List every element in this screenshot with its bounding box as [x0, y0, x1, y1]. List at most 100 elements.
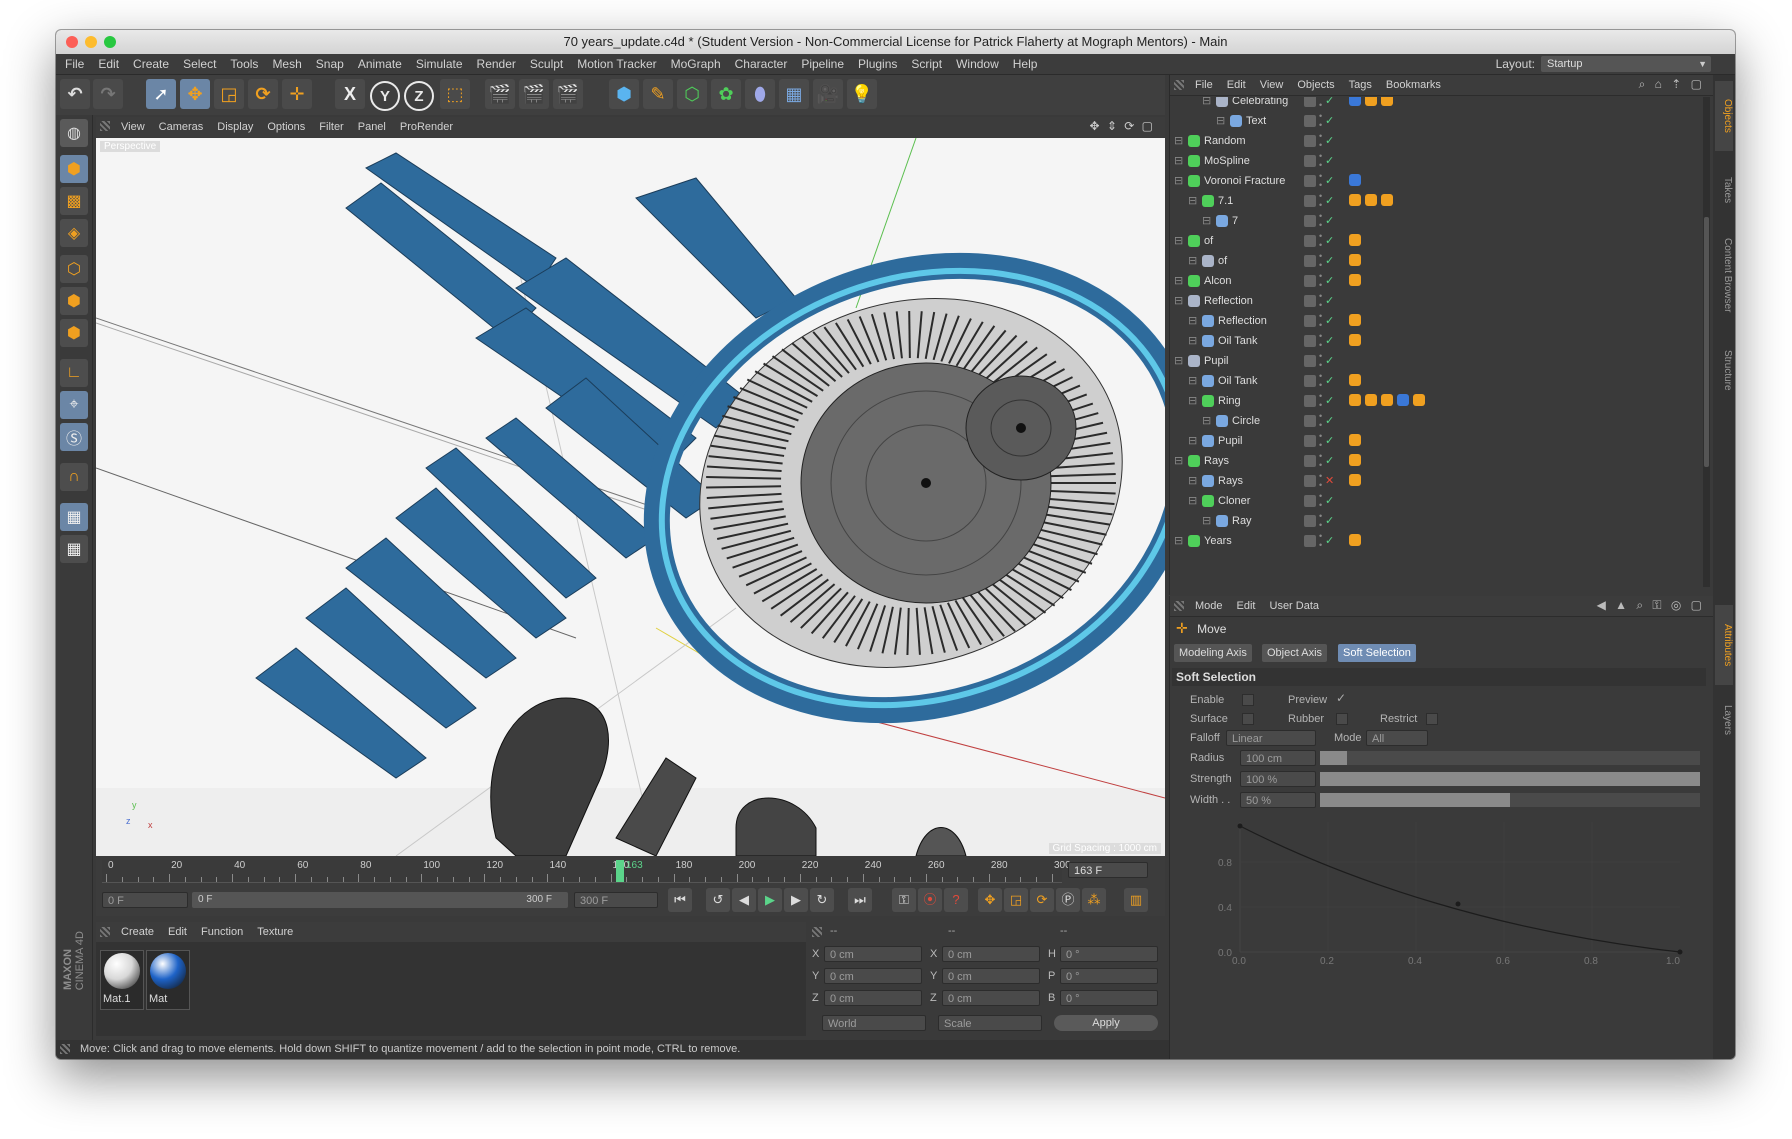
- minimize-window-button[interactable]: [85, 36, 97, 48]
- edit-visibility-icon[interactable]: [1304, 255, 1316, 267]
- object-row[interactable]: ⊟ 7.1 • • ✓: [1174, 191, 1700, 211]
- menu-character[interactable]: Character: [728, 54, 795, 74]
- tag-icon[interactable]: [1397, 394, 1409, 406]
- enabled-check-icon[interactable]: ✓: [1325, 531, 1334, 551]
- tag-icon[interactable]: [1349, 534, 1361, 546]
- object-row[interactable]: ⊟ Circle • • ✓: [1174, 411, 1700, 431]
- visibility-dots-icon[interactable]: ••: [1319, 372, 1322, 390]
- attribute-menu-edit[interactable]: Edit: [1230, 596, 1263, 616]
- edit-visibility-icon[interactable]: [1304, 195, 1316, 207]
- object-scrollbar-thumb[interactable]: [1704, 217, 1709, 467]
- tree-expander-icon[interactable]: ⊟: [1202, 411, 1211, 431]
- strength-slider[interactable]: [1320, 772, 1700, 786]
- render-picture-viewer-button[interactable]: 🎬: [519, 79, 549, 109]
- tree-expander-icon[interactable]: ⊟: [1202, 97, 1211, 111]
- edit-visibility-icon[interactable]: [1304, 455, 1316, 467]
- object-row[interactable]: ⊟ Cloner • • ✓: [1174, 491, 1700, 511]
- object-menu-objects[interactable]: Objects: [1290, 75, 1341, 95]
- tree-expander-icon[interactable]: ⊟: [1174, 351, 1183, 371]
- coord-field[interactable]: 0 cm: [942, 990, 1040, 1006]
- tree-expander-icon[interactable]: ⊟: [1188, 191, 1197, 211]
- enabled-check-icon[interactable]: ✓: [1325, 511, 1334, 531]
- tree-expander-icon[interactable]: ⊟: [1174, 231, 1183, 251]
- move-tool-button[interactable]: ✥: [180, 79, 210, 109]
- coordinate-scale-dropdown[interactable]: Scale: [938, 1015, 1042, 1031]
- add-deformer-button[interactable]: ⬮: [745, 79, 775, 109]
- tag-icon[interactable]: [1349, 254, 1361, 266]
- polygons-mode-button[interactable]: ⬢: [60, 319, 88, 347]
- side-tab-attributes[interactable]: Attributes: [1715, 605, 1733, 685]
- side-tab-objects[interactable]: Objects: [1715, 81, 1733, 151]
- enabled-check-icon[interactable]: ✓: [1325, 191, 1334, 211]
- previous-frame-button[interactable]: ◀: [732, 888, 756, 912]
- add-pen-spline-button[interactable]: ✎: [643, 79, 673, 109]
- object-row[interactable]: ⊟ Random • • ✓: [1174, 131, 1700, 151]
- tag-icon[interactable]: [1349, 394, 1361, 406]
- tree-expander-icon[interactable]: ⊟: [1188, 331, 1197, 351]
- object-row[interactable]: ⊟ Rays • • ✕: [1174, 471, 1700, 491]
- enabled-check-icon[interactable]: ✓: [1325, 251, 1334, 271]
- edges-mode-button[interactable]: ⬢: [60, 287, 88, 315]
- visibility-dots-icon[interactable]: ••: [1319, 352, 1322, 370]
- x-axis-lock-button[interactable]: X: [335, 79, 365, 109]
- add-cube-button[interactable]: ⬢: [609, 79, 639, 109]
- tree-expander-icon[interactable]: ⊟: [1202, 511, 1211, 531]
- visibility-dots-icon[interactable]: ••: [1319, 312, 1322, 330]
- menu-window[interactable]: Window: [949, 54, 1006, 74]
- rotate-tool-button[interactable]: ⟳: [248, 79, 278, 109]
- next-key-button[interactable]: ↻: [810, 888, 834, 912]
- next-frame-button[interactable]: ▶: [784, 888, 808, 912]
- tag-icon[interactable]: [1349, 194, 1361, 206]
- edit-visibility-icon[interactable]: [1304, 415, 1316, 427]
- edit-visibility-icon[interactable]: [1304, 215, 1316, 227]
- edit-visibility-icon[interactable]: [1304, 475, 1316, 487]
- viewport-menu-prorender[interactable]: ProRender: [393, 117, 460, 137]
- tree-expander-icon[interactable]: ⊟: [1174, 531, 1183, 551]
- workplane-lock-button[interactable]: ▦: [60, 503, 88, 531]
- preview-checkbox[interactable]: ✓: [1336, 691, 1346, 705]
- visibility-dots-icon[interactable]: ••: [1319, 472, 1322, 490]
- viewport-menu-filter[interactable]: Filter: [312, 117, 350, 137]
- enabled-check-icon[interactable]: ✓: [1325, 311, 1334, 331]
- object-row[interactable]: ⊟ of • • ✓: [1174, 251, 1700, 271]
- visibility-dots-icon[interactable]: ••: [1319, 292, 1322, 310]
- menu-plugins[interactable]: Plugins: [851, 54, 904, 74]
- enabled-check-icon[interactable]: ✓: [1325, 97, 1334, 111]
- visibility-dots-icon[interactable]: ••: [1319, 492, 1322, 510]
- menu-simulate[interactable]: Simulate: [409, 54, 470, 74]
- menu-motion-tracker[interactable]: Motion Tracker: [570, 54, 663, 74]
- tree-expander-icon[interactable]: ⊟: [1174, 271, 1183, 291]
- visibility-dots-icon[interactable]: ••: [1319, 232, 1322, 250]
- redo-button[interactable]: ↷: [93, 79, 123, 109]
- tree-expander-icon[interactable]: ⊟: [1188, 311, 1197, 331]
- edit-visibility-icon[interactable]: [1304, 535, 1316, 547]
- side-tab-content-browser[interactable]: Content Browser: [1715, 225, 1733, 325]
- width-field[interactable]: 50 %: [1240, 792, 1316, 808]
- attribute-nav-icons[interactable]: ◀ ▲ ⌕ ⚿ ◎ ▢: [1597, 598, 1705, 613]
- tag-icon[interactable]: [1349, 334, 1361, 346]
- visibility-dots-icon[interactable]: ••: [1319, 192, 1322, 210]
- object-row[interactable]: ⊟ Text • • ✓: [1174, 111, 1700, 131]
- tree-expander-icon[interactable]: ⊟: [1174, 151, 1183, 171]
- visibility-dots-icon[interactable]: ••: [1319, 452, 1322, 470]
- enabled-check-icon[interactable]: ✓: [1325, 211, 1334, 231]
- edit-visibility-icon[interactable]: [1304, 155, 1316, 167]
- axis-mode-button[interactable]: ∟: [60, 359, 88, 387]
- width-slider[interactable]: [1320, 793, 1700, 807]
- side-tab-takes[interactable]: Takes: [1715, 165, 1733, 215]
- tag-icon[interactable]: [1365, 97, 1377, 106]
- timeline-button[interactable]: ▥: [1124, 888, 1148, 912]
- tag-icon[interactable]: [1349, 454, 1361, 466]
- tree-expander-icon[interactable]: ⊟: [1188, 391, 1197, 411]
- object-row[interactable]: ⊟ Voronoi Fracture • • ✓: [1174, 171, 1700, 191]
- object-scrollbar[interactable]: [1703, 97, 1710, 587]
- object-row[interactable]: ⊟ 7 • • ✓: [1174, 211, 1700, 231]
- tree-expander-icon[interactable]: ⊟: [1174, 291, 1183, 311]
- menu-help[interactable]: Help: [1006, 54, 1045, 74]
- tag-icon[interactable]: [1413, 394, 1425, 406]
- visibility-dots-icon[interactable]: ••: [1319, 392, 1322, 410]
- autokey-button[interactable]: ⦿: [918, 888, 942, 912]
- edit-visibility-icon[interactable]: [1304, 175, 1316, 187]
- tag-icon[interactable]: [1365, 194, 1377, 206]
- scale-tool-button[interactable]: ◲: [214, 79, 244, 109]
